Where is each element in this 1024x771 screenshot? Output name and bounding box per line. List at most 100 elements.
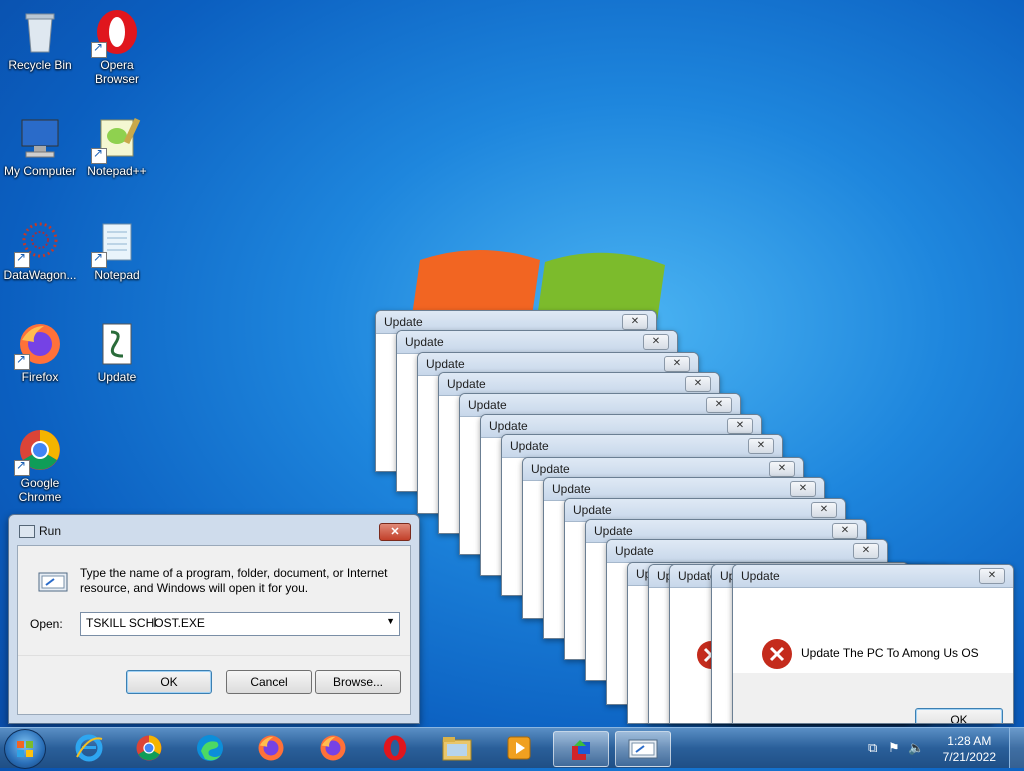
- close-icon[interactable]: ✕: [685, 376, 711, 392]
- run-icon: [628, 739, 658, 759]
- desktop-icon-update[interactable]: Update: [77, 320, 157, 384]
- ok-button[interactable]: OK: [915, 708, 1003, 723]
- close-icon[interactable]: ✕: [979, 568, 1005, 584]
- taskbar-firefox[interactable]: [244, 731, 298, 765]
- chrome-icon: [136, 735, 162, 761]
- desktop-icon-firefox[interactable]: Firefox: [0, 320, 80, 384]
- internet-explorer-icon: [75, 734, 103, 762]
- start-button[interactable]: [4, 729, 46, 769]
- taskbar-update-app[interactable]: [553, 731, 609, 767]
- close-icon[interactable]: ✕: [853, 543, 879, 559]
- close-icon[interactable]: ✕: [664, 356, 690, 372]
- open-label: Open:: [30, 617, 63, 631]
- taskbar-firefox[interactable]: [306, 731, 360, 765]
- desktop-icon-label: Update: [97, 370, 137, 384]
- clock[interactable]: 1:28 AM 7/21/2022: [943, 733, 996, 765]
- dialog-title: Update: [510, 439, 549, 453]
- desktop-icon-label: Notepad++: [87, 164, 147, 178]
- desktop-icon-datawagon[interactable]: DataWagon...: [0, 218, 80, 282]
- edge-icon: [197, 735, 223, 761]
- shortcut-arrow-icon: [14, 458, 30, 476]
- firefox-icon: [258, 735, 284, 761]
- run-program-icon: [38, 572, 68, 592]
- close-icon[interactable]: ✕: [832, 523, 858, 539]
- dialog-title: Update: [405, 335, 444, 349]
- datawagon-icon: [14, 218, 64, 268]
- desktop-icon-opera[interactable]: Opera Browser: [77, 8, 157, 86]
- error-icon: [762, 639, 792, 669]
- show-desktop-button[interactable]: [1009, 728, 1024, 768]
- taskbar-internet-explorer[interactable]: [62, 731, 116, 765]
- windows-start-icon: [17, 741, 33, 757]
- desktop-icon-label: Google Chrome: [18, 476, 62, 504]
- taskbar-run[interactable]: [615, 731, 671, 767]
- dialog-title: Update: [447, 377, 486, 391]
- desktop-icon-google-chrome[interactable]: Google Chrome: [0, 426, 80, 504]
- clock-date: 7/21/2022: [942, 750, 996, 764]
- desktop-icon-label: Recycle Bin: [8, 58, 72, 72]
- shortcut-arrow-icon: [14, 250, 30, 268]
- close-icon[interactable]: ✕: [622, 314, 648, 330]
- desktop-icon-label: Notepad: [94, 268, 140, 282]
- dialog-title: Update: [531, 462, 570, 476]
- dialog-title: Update: [573, 503, 612, 517]
- shortcut-arrow-icon: [14, 352, 30, 370]
- update-dialog-front[interactable]: Update ✕ Update The PC To Among Us OS OK: [732, 564, 1014, 724]
- taskbar-opera[interactable]: [368, 731, 422, 765]
- close-icon[interactable]: ✕: [643, 334, 669, 350]
- dialog-title: Update: [384, 315, 423, 329]
- desktop-icon-my-computer[interactable]: My Computer: [0, 114, 80, 178]
- close-icon[interactable]: ✕: [706, 397, 732, 413]
- taskbar-edge[interactable]: [183, 731, 237, 765]
- dialog-title: Update: [741, 569, 780, 583]
- taskbar-chrome[interactable]: [122, 731, 176, 765]
- firefox-icon: [14, 320, 64, 370]
- desktop-icon-notepad[interactable]: Notepad: [77, 218, 157, 282]
- close-icon[interactable]: ✕: [811, 502, 837, 518]
- dialog-title: Update: [468, 398, 507, 412]
- computer-icon: [16, 114, 64, 162]
- shortcut-arrow-icon: [91, 146, 107, 164]
- error-message: Update The PC To Among Us OS: [801, 646, 979, 660]
- media-player-icon: [507, 736, 531, 760]
- close-icon[interactable]: ✕: [790, 481, 816, 497]
- taskbar-file-explorer[interactable]: [430, 731, 484, 765]
- chrome-icon: [14, 426, 64, 476]
- run-dialog-title: Run: [39, 524, 62, 538]
- run-button-row: OK Cancel Browse...: [18, 655, 410, 714]
- recycle-bin-icon: [16, 8, 64, 56]
- run-icon: [19, 525, 35, 538]
- open-combobox[interactable]: TSKILL SCHOST.EXE ▼: [80, 612, 400, 636]
- notepad-plus-plus-icon: [91, 114, 141, 164]
- close-icon[interactable]: ✕: [727, 418, 753, 434]
- run-description: Type the name of a program, folder, docu…: [80, 566, 388, 595]
- dialog-title: Update: [552, 482, 591, 496]
- system-tray: ⧉ ⚑ 🔈 1:28 AM 7/21/2022: [854, 728, 1024, 768]
- open-input-value[interactable]: TSKILL SCHOST.EXE: [86, 616, 205, 630]
- opera-icon: [383, 735, 407, 761]
- folder-icon: [442, 737, 472, 761]
- text-cursor-icon: I: [153, 614, 157, 630]
- action-center-flag-icon[interactable]: ⚑: [888, 740, 900, 756]
- firefox-icon: [320, 735, 346, 761]
- clock-time: 1:28 AM: [947, 734, 992, 748]
- taskbar-media-player[interactable]: [492, 731, 546, 765]
- close-icon[interactable]: ✕: [748, 438, 774, 454]
- close-button[interactable]: ✕: [379, 523, 411, 541]
- close-icon[interactable]: ✕: [769, 461, 795, 477]
- speaker-icon[interactable]: 🔈: [908, 740, 924, 756]
- dialog-title: Update: [426, 357, 465, 371]
- desktop-icon-label: Firefox: [21, 370, 59, 384]
- run-dialog[interactable]: Run ✕ Type the name of a program, folder…: [8, 514, 420, 724]
- desktop-icon-label: Opera Browser: [94, 58, 139, 86]
- dialog-title: Update: [489, 419, 528, 433]
- chevron-down-icon[interactable]: ▼: [386, 616, 395, 626]
- dialog-title: Update: [615, 544, 654, 558]
- desktop-icon-recycle-bin[interactable]: Recycle Bin: [0, 8, 80, 72]
- browse-button[interactable]: Browse...: [315, 670, 401, 694]
- network-icon[interactable]: ⧉: [868, 740, 877, 756]
- desktop-icon-notepad-plus-plus[interactable]: Notepad++: [77, 114, 157, 178]
- ok-button[interactable]: OK: [126, 670, 212, 694]
- taskbar: ⧉ ⚑ 🔈 1:28 AM 7/21/2022: [0, 727, 1024, 769]
- cancel-button[interactable]: Cancel: [226, 670, 312, 694]
